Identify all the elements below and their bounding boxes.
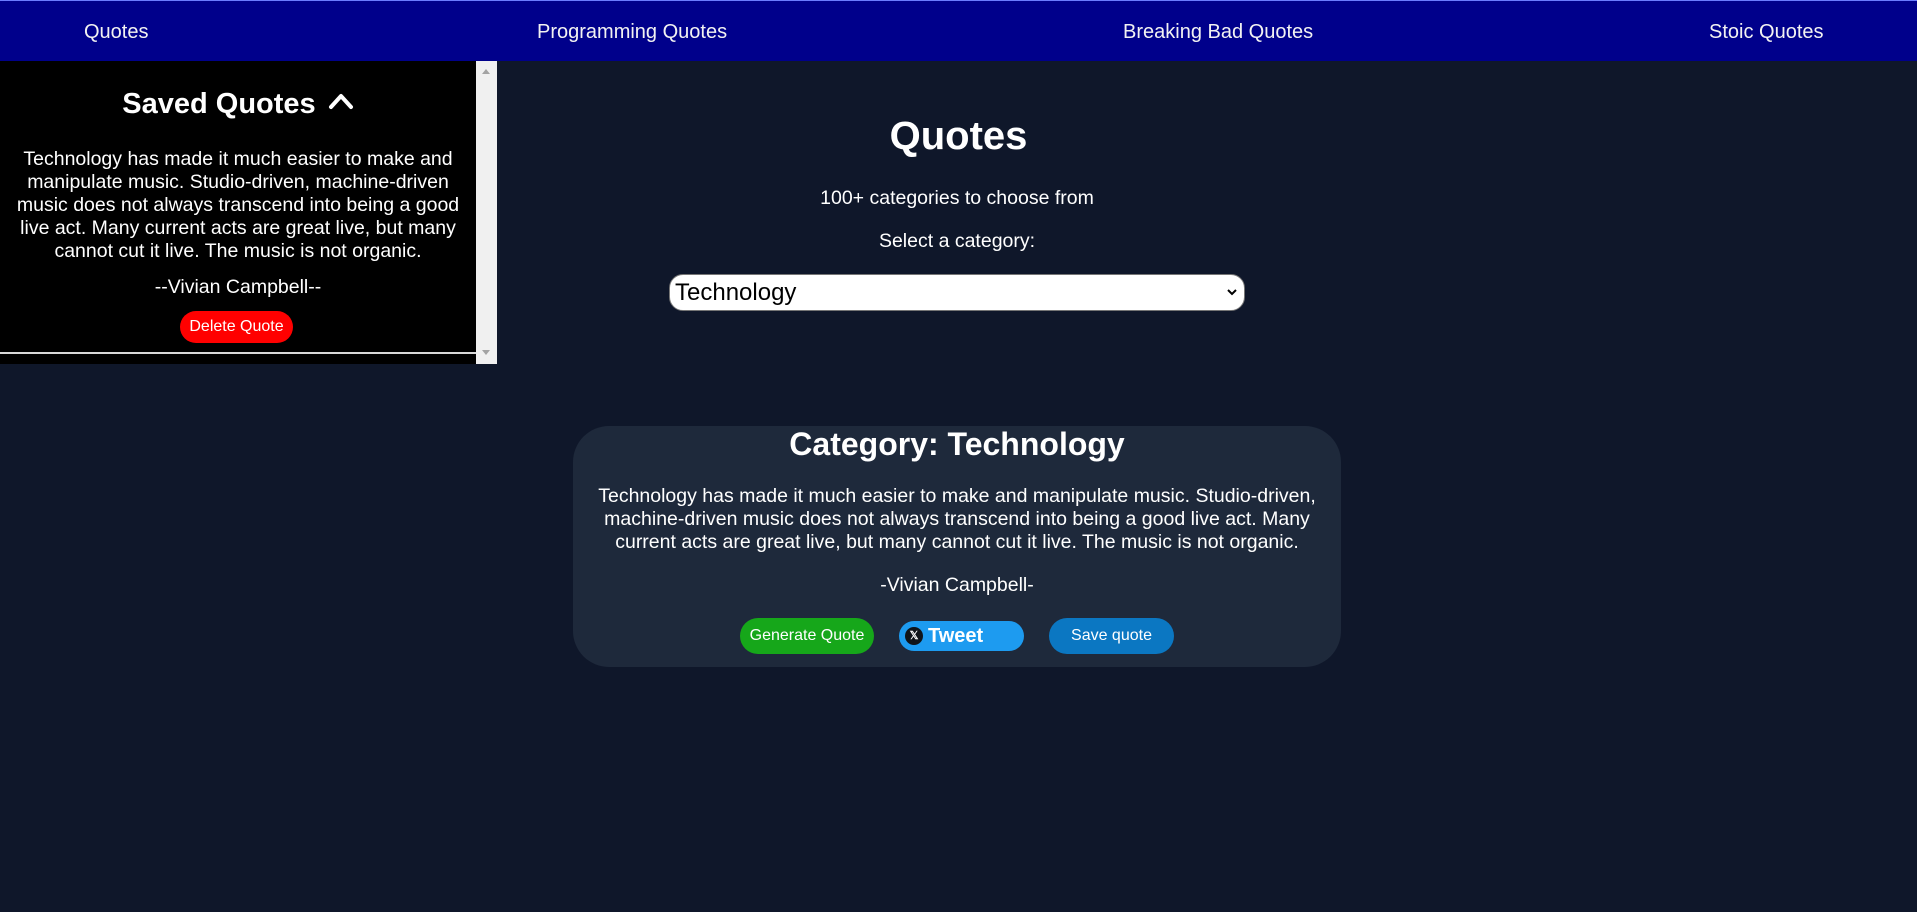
saved-panel-scrollbar[interactable] bbox=[476, 61, 497, 364]
category-select-label: Select a category: bbox=[878, 230, 1036, 252]
quote-text: Technology has made it much easier to ma… bbox=[598, 485, 1316, 553]
saved-quotes-list: Saved Quotes Technology has made it much… bbox=[0, 61, 476, 364]
quote-card: Category: Technology Technology has made… bbox=[573, 426, 1341, 667]
scroll-down-arrow-icon[interactable] bbox=[482, 350, 490, 355]
nav-link-quotes[interactable]: Quotes bbox=[84, 1, 148, 62]
tweet-button-label: Tweet bbox=[928, 625, 984, 647]
tweet-button[interactable]: 𝕏 Tweet bbox=[899, 621, 1024, 651]
categories-subtitle: 100+ categories to choose from bbox=[820, 187, 1094, 209]
nav-link-stoic-quotes[interactable]: Stoic Quotes bbox=[1709, 1, 1824, 62]
saved-quotes-panel: Saved Quotes Technology has made it much… bbox=[0, 61, 497, 364]
generate-quote-button[interactable]: Generate Quote bbox=[740, 618, 874, 654]
quote-category-title: Category: Technology bbox=[789, 426, 1125, 462]
saved-quote-author: --Vivian Campbell-- bbox=[154, 276, 322, 298]
saved-quote-text: Technology has made it much easier to ma… bbox=[16, 148, 460, 262]
quote-author: -Vivian Campbell- bbox=[880, 574, 1034, 596]
nav-link-breaking-bad-quotes[interactable]: Breaking Bad Quotes bbox=[1123, 1, 1313, 62]
delete-quote-button[interactable]: Delete Quote bbox=[180, 311, 293, 343]
saved-quote-divider bbox=[0, 352, 476, 354]
top-nav: Quotes Programming Quotes Breaking Bad Q… bbox=[0, 0, 1917, 61]
x-logo-icon: 𝕏 bbox=[905, 627, 923, 645]
category-select-value: Technology bbox=[675, 279, 797, 306]
save-quote-button[interactable]: Save quote bbox=[1049, 618, 1174, 654]
chevron-up-icon[interactable] bbox=[328, 91, 354, 111]
category-select[interactable]: Technology bbox=[669, 274, 1245, 311]
page-title-text: Quotes bbox=[889, 114, 1028, 158]
scroll-up-arrow-icon[interactable] bbox=[482, 69, 490, 74]
chevron-down-icon bbox=[1227, 289, 1237, 296]
page-title: Quotes bbox=[0, 112, 1917, 160]
nav-link-programming-quotes[interactable]: Programming Quotes bbox=[537, 1, 727, 62]
